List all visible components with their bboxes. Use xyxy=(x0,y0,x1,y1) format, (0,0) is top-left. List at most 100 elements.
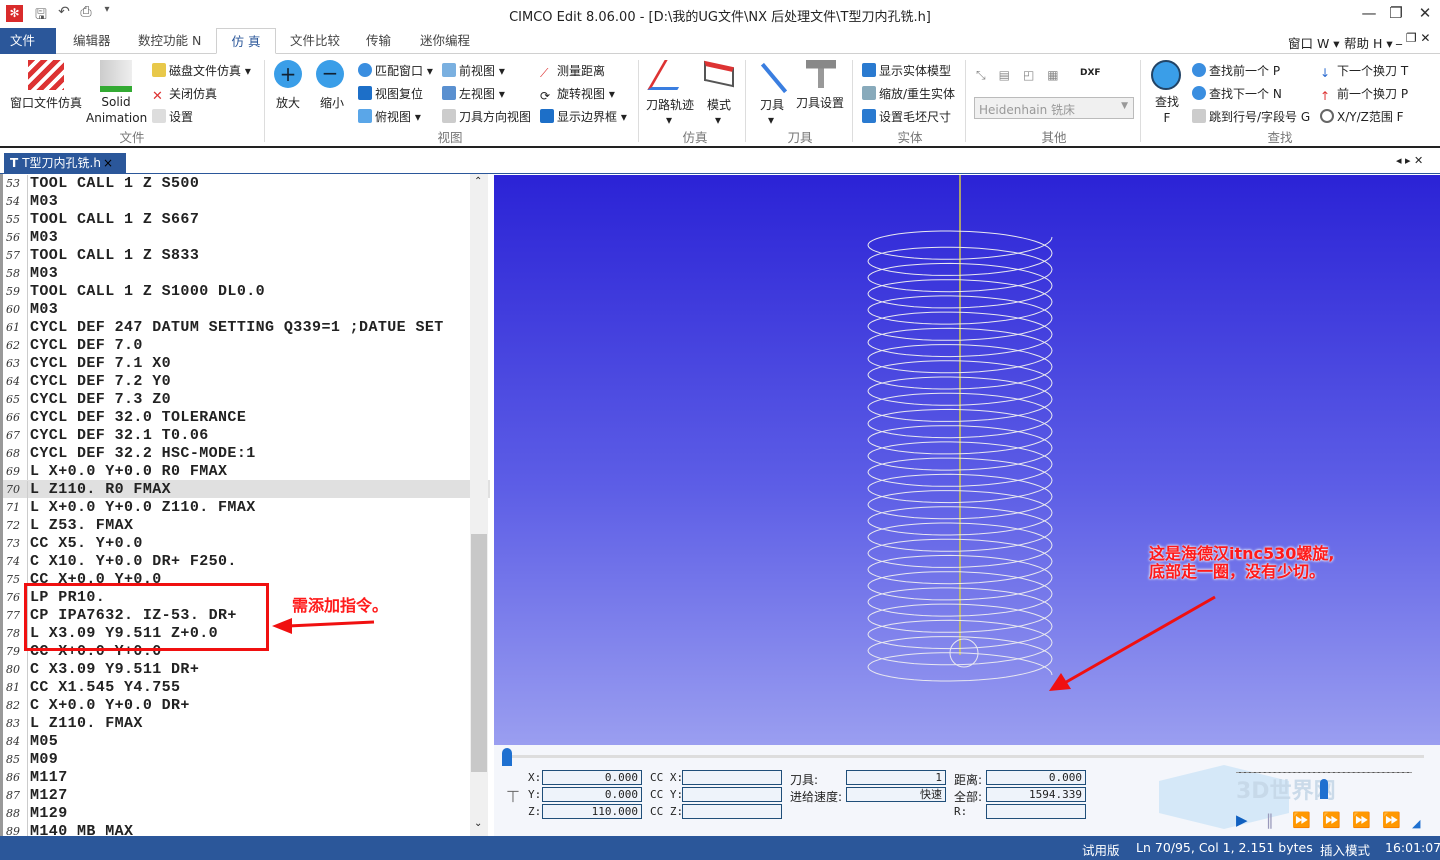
stock-size-button[interactable]: 设置毛坯尺寸 xyxy=(862,108,951,125)
pause-button[interactable]: ‖ xyxy=(1266,811,1274,829)
front-view-button[interactable]: 前视图 ▾ xyxy=(442,62,505,79)
tab-nc-functions[interactable]: 数控功能 N xyxy=(128,28,211,54)
code-line[interactable]: 82 C X+0.0 Y+0.0 DR+ xyxy=(3,696,490,715)
fit-window-button[interactable]: 匹配窗口 ▾ xyxy=(358,62,433,79)
step-tool-button[interactable]: ⏩ xyxy=(1382,811,1401,829)
code-line[interactable]: 53 TOOL CALL 1 Z S500 xyxy=(3,174,490,193)
view-reset-button[interactable]: 视图复位 xyxy=(358,85,423,102)
code-line[interactable]: 54 M03 xyxy=(3,192,490,211)
close-sim-button[interactable]: ✕ 关闭仿真 xyxy=(152,85,217,104)
zoom-out-button[interactable]: 缩小 xyxy=(320,94,344,111)
line-number: 68 xyxy=(3,445,28,463)
code-line[interactable]: 85 M09 xyxy=(3,750,490,769)
close-tab-icon[interactable]: × xyxy=(103,156,113,170)
top-view-button[interactable]: 俯视图 ▾ xyxy=(358,108,421,125)
code-line[interactable]: 65 CYCL DEF 7.3 Z0 xyxy=(3,390,490,409)
zoom-in-button[interactable]: 放大 xyxy=(276,94,300,111)
close-button[interactable]: ✕ xyxy=(1410,4,1440,22)
tab-simulation[interactable]: 仿 真 xyxy=(216,28,276,54)
code-line[interactable]: 89 M140 MB MAX xyxy=(3,822,490,836)
step-move-button[interactable]: ⏩ xyxy=(1322,811,1341,829)
tab-file[interactable]: 文件 F xyxy=(0,28,56,74)
tool-direction-view-button[interactable]: 刀具方向视图 xyxy=(442,108,531,125)
code-line[interactable]: 56 M03 xyxy=(3,228,490,247)
code-line[interactable]: 69 L X+0.0 Y+0.0 R0 FMAX xyxy=(3,462,490,481)
window-menu[interactable]: 窗口 W ▾ xyxy=(1288,33,1340,52)
show-solid-button[interactable]: 显示实体模型 xyxy=(862,62,951,79)
tab-nav-controls[interactable]: ◂ ▸ ✕ xyxy=(1396,154,1423,167)
code-line[interactable]: 59 TOOL CALL 1 Z S1000 DL0.0 xyxy=(3,282,490,301)
code-line[interactable]: 61 CYCL DEF 247 DATUM SETTING Q339=1 ;DAT… xyxy=(3,318,490,337)
dxf-icon[interactable]: DXF xyxy=(1080,68,1101,78)
mode-button[interactable]: 模式 ▾ xyxy=(707,96,731,127)
code-line[interactable]: 73 CC X5. Y+0.0 xyxy=(3,534,490,553)
tab-file-compare[interactable]: 文件比较 xyxy=(280,28,350,54)
code-line[interactable]: 84 M05 xyxy=(3,732,490,751)
editor-scrollbar[interactable]: ⌃ ⌄ xyxy=(470,174,488,836)
speed-scale[interactable] xyxy=(1236,772,1412,773)
code-line[interactable]: 70 L Z110. R0 FMAX xyxy=(3,480,490,499)
tab-mini-programming[interactable]: 迷你编程 xyxy=(410,28,480,54)
scroll-thumb[interactable] xyxy=(471,534,487,772)
scroll-up-icon[interactable]: ⌃ xyxy=(474,176,482,187)
rotate-view-button[interactable]: ⟳ 旋转视图 ▾ xyxy=(540,85,615,103)
solid-animation-button[interactable]: Solid Animation xyxy=(86,94,147,126)
disk-file-sim-button[interactable]: 磁盘文件仿真 ▾ xyxy=(152,62,251,79)
sim-progress-track[interactable] xyxy=(504,755,1424,758)
measure-button[interactable]: ⟋ 测量距离 xyxy=(540,62,605,80)
restore-button[interactable]: ❐ xyxy=(1381,4,1411,22)
code-line[interactable]: 55 TOOL CALL 1 Z S667 xyxy=(3,210,490,229)
minimize-button[interactable]: — xyxy=(1354,4,1384,22)
find-prev-button[interactable]: 查找前一个 P xyxy=(1192,62,1280,79)
play-button[interactable]: ▶ xyxy=(1236,811,1248,829)
code-line[interactable]: 68 CYCL DEF 32.2 HSC-MODE:1 xyxy=(3,444,490,463)
prev-tool-change-button[interactable]: ↑ 前一个换刀 P xyxy=(1320,85,1408,103)
code-line[interactable]: 87 M127 xyxy=(3,786,490,805)
machine-select[interactable]: Heidenhain 铣床 ▼ xyxy=(974,97,1134,119)
speed-slider-thumb[interactable] xyxy=(1320,779,1328,799)
find-button[interactable]: 查找 F xyxy=(1155,94,1179,126)
code-line[interactable]: 80 C X3.09 Y9.511 DR+ xyxy=(3,660,490,679)
tool-button[interactable]: 刀具 ▾ xyxy=(760,96,784,127)
tab-editor[interactable]: 编辑器 xyxy=(63,28,121,54)
bounding-box-button[interactable]: 显示边界框 ▾ xyxy=(540,108,627,125)
document-tab[interactable]: T T型刀内孔铣.h × xyxy=(4,153,126,174)
code-line[interactable]: 66 CYCL DEF 32.0 TOLERANCE xyxy=(3,408,490,427)
code-line[interactable]: 81 CC X1.545 Y4.755 xyxy=(3,678,490,697)
code-editor[interactable]: 53 TOOL CALL 1 Z S500 54 M03 55 TOOL CALL 1 Z… xyxy=(0,174,490,836)
step-z-button[interactable]: ⏩ xyxy=(1352,811,1371,829)
code-line[interactable]: 62 CYCL DEF 7.0 xyxy=(3,336,490,355)
code-line[interactable]: 64 CYCL DEF 7.2 Y0 xyxy=(3,372,490,391)
zoom-regen-button[interactable]: 缩放/重生实体 xyxy=(862,85,955,102)
help-menu[interactable]: 帮助 H ▾ xyxy=(1344,33,1393,52)
tab-transfer[interactable]: 传输 xyxy=(356,28,401,54)
step-button[interactable]: ⏩ xyxy=(1292,811,1311,829)
expand-icon[interactable]: ◢ xyxy=(1412,817,1420,830)
simulation-viewport[interactable]: 这是海德汉itnc530螺旋, 底部走一圈，没有少切。 xyxy=(494,175,1440,745)
code-line[interactable]: 63 CYCL DEF 7.1 X0 xyxy=(3,354,490,373)
code-line[interactable]: 86 M117 xyxy=(3,768,490,787)
scroll-down-icon[interactable]: ⌄ xyxy=(474,818,482,829)
code-line[interactable]: 57 TOOL CALL 1 Z S833 xyxy=(3,246,490,265)
code-line[interactable]: 72 L Z53. FMAX xyxy=(3,516,490,535)
goto-line-button[interactable]: 跳到行号/字段号 G xyxy=(1192,108,1310,125)
other-tool-icons[interactable]: ⤡▤◰▦ xyxy=(976,68,1072,83)
window-file-sim-button[interactable]: 窗口文件仿真 xyxy=(10,94,82,111)
toolpath-button[interactable]: 刀路轨迹 ▾ xyxy=(646,96,694,127)
sim-progress-thumb[interactable] xyxy=(502,748,512,766)
code-line[interactable]: 74 C X10. Y+0.0 DR+ F250. xyxy=(3,552,490,571)
xyz-range-button[interactable]: X/Y/Z范围 F xyxy=(1320,108,1404,125)
code-line[interactable]: 88 M129 xyxy=(3,804,490,823)
code-line[interactable]: 60 M03 xyxy=(3,300,490,319)
tool-setup-button[interactable]: 刀具设置 xyxy=(796,94,844,111)
code-line[interactable]: 67 CYCL DEF 32.1 T0.06 xyxy=(3,426,490,445)
code-line[interactable]: 71 L X+0.0 Y+0.0 Z110. FMAX xyxy=(3,498,490,517)
left-view-button[interactable]: 左视图 ▾ xyxy=(442,85,505,102)
code-line[interactable]: 58 M03 xyxy=(3,264,490,283)
mdi-controls[interactable]: _ ❐ ✕ xyxy=(1396,31,1430,45)
line-number: 59 xyxy=(3,283,28,301)
code-line[interactable]: 83 L Z110. FMAX xyxy=(3,714,490,733)
next-tool-change-button[interactable]: ↓ 下一个换刀 T xyxy=(1320,62,1408,80)
settings-button[interactable]: 设置 xyxy=(152,108,193,125)
find-next-button[interactable]: 查找下一个 N xyxy=(1192,85,1282,102)
